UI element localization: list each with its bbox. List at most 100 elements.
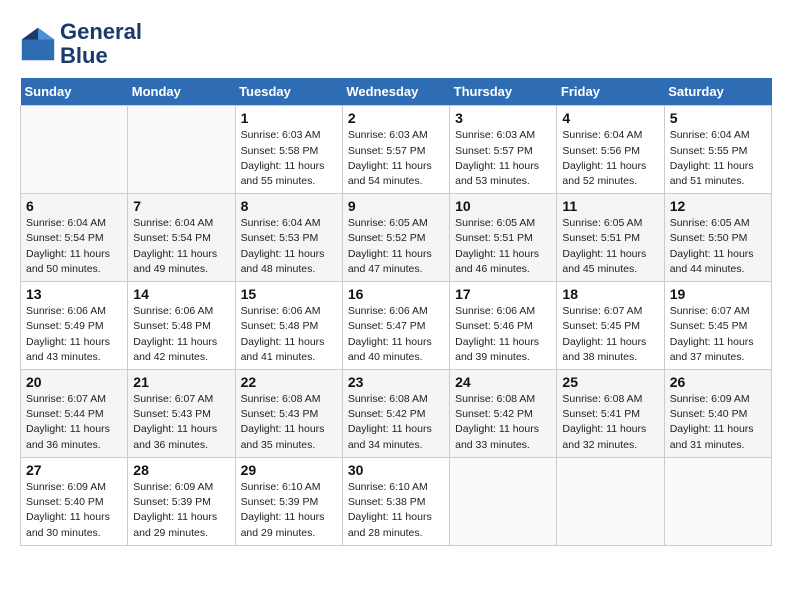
day-detail: Sunrise: 6:06 AM Sunset: 5:48 PM Dayligh… xyxy=(241,304,337,365)
header-tuesday: Tuesday xyxy=(235,78,342,106)
day-number: 4 xyxy=(562,110,658,126)
day-number: 20 xyxy=(26,374,122,390)
calendar-cell: 13 Sunrise: 6:06 AM Sunset: 5:49 PM Dayli… xyxy=(21,282,128,370)
calendar-cell: 3 Sunrise: 6:03 AM Sunset: 5:57 PM Daylig… xyxy=(450,106,557,194)
day-detail: Sunrise: 6:04 AM Sunset: 5:54 PM Dayligh… xyxy=(26,216,122,277)
header-wednesday: Wednesday xyxy=(342,78,449,106)
calendar-cell: 19 Sunrise: 6:07 AM Sunset: 5:45 PM Dayli… xyxy=(664,282,771,370)
day-number: 16 xyxy=(348,286,444,302)
day-detail: Sunrise: 6:09 AM Sunset: 5:40 PM Dayligh… xyxy=(670,392,766,453)
day-detail: Sunrise: 6:03 AM Sunset: 5:57 PM Dayligh… xyxy=(455,128,551,189)
calendar-cell: 22 Sunrise: 6:08 AM Sunset: 5:43 PM Dayli… xyxy=(235,370,342,458)
day-number: 28 xyxy=(133,462,229,478)
calendar-header-row: SundayMondayTuesdayWednesdayThursdayFrid… xyxy=(21,78,772,106)
day-detail: Sunrise: 6:10 AM Sunset: 5:38 PM Dayligh… xyxy=(348,480,444,541)
calendar-cell xyxy=(128,106,235,194)
day-number: 10 xyxy=(455,198,551,214)
calendar-cell: 24 Sunrise: 6:08 AM Sunset: 5:42 PM Dayli… xyxy=(450,370,557,458)
logo-text: General Blue xyxy=(60,20,142,68)
day-number: 9 xyxy=(348,198,444,214)
day-number: 14 xyxy=(133,286,229,302)
day-detail: Sunrise: 6:06 AM Sunset: 5:48 PM Dayligh… xyxy=(133,304,229,365)
day-number: 6 xyxy=(26,198,122,214)
calendar-cell: 23 Sunrise: 6:08 AM Sunset: 5:42 PM Dayli… xyxy=(342,370,449,458)
logo-icon xyxy=(20,26,56,62)
logo: General Blue xyxy=(20,20,142,68)
calendar-cell: 12Sunrise: 6:05 AM Sunset: 5:50 PM Dayli… xyxy=(664,194,771,282)
day-number: 1 xyxy=(241,110,337,126)
header-thursday: Thursday xyxy=(450,78,557,106)
day-detail: Sunrise: 6:08 AM Sunset: 5:43 PM Dayligh… xyxy=(241,392,337,453)
calendar-cell xyxy=(21,106,128,194)
day-number: 30 xyxy=(348,462,444,478)
calendar-cell: 17 Sunrise: 6:06 AM Sunset: 5:46 PM Dayli… xyxy=(450,282,557,370)
day-number: 29 xyxy=(241,462,337,478)
day-detail: Sunrise: 6:04 AM Sunset: 5:53 PM Dayligh… xyxy=(241,216,337,277)
calendar-cell xyxy=(664,457,771,545)
calendar-cell: 2 Sunrise: 6:03 AM Sunset: 5:57 PM Daylig… xyxy=(342,106,449,194)
day-number: 7 xyxy=(133,198,229,214)
day-detail: Sunrise: 6:05 AM Sunset: 5:52 PM Dayligh… xyxy=(348,216,444,277)
day-detail: Sunrise: 6:08 AM Sunset: 5:42 PM Dayligh… xyxy=(455,392,551,453)
day-detail: Sunrise: 6:05 AM Sunset: 5:51 PM Dayligh… xyxy=(562,216,658,277)
day-number: 5 xyxy=(670,110,766,126)
calendar-week-row: 6 Sunrise: 6:04 AM Sunset: 5:54 PM Daylig… xyxy=(21,194,772,282)
day-number: 8 xyxy=(241,198,337,214)
calendar-cell: 5 Sunrise: 6:04 AM Sunset: 5:55 PM Daylig… xyxy=(664,106,771,194)
day-detail: Sunrise: 6:10 AM Sunset: 5:39 PM Dayligh… xyxy=(241,480,337,541)
day-number: 18 xyxy=(562,286,658,302)
calendar-week-row: 1 Sunrise: 6:03 AM Sunset: 5:58 PM Daylig… xyxy=(21,106,772,194)
calendar-table: SundayMondayTuesdayWednesdayThursdayFrid… xyxy=(20,78,772,545)
day-number: 17 xyxy=(455,286,551,302)
day-detail: Sunrise: 6:06 AM Sunset: 5:49 PM Dayligh… xyxy=(26,304,122,365)
calendar-cell: 4Sunrise: 6:04 AM Sunset: 5:56 PM Daylig… xyxy=(557,106,664,194)
day-detail: Sunrise: 6:07 AM Sunset: 5:43 PM Dayligh… xyxy=(133,392,229,453)
calendar-cell: 27Sunrise: 6:09 AM Sunset: 5:40 PM Dayli… xyxy=(21,457,128,545)
day-number: 2 xyxy=(348,110,444,126)
calendar-cell: 8 Sunrise: 6:04 AM Sunset: 5:53 PM Daylig… xyxy=(235,194,342,282)
day-number: 13 xyxy=(26,286,122,302)
day-detail: Sunrise: 6:05 AM Sunset: 5:50 PM Dayligh… xyxy=(670,216,766,277)
header-saturday: Saturday xyxy=(664,78,771,106)
calendar-cell: 21 Sunrise: 6:07 AM Sunset: 5:43 PM Dayli… xyxy=(128,370,235,458)
day-detail: Sunrise: 6:07 AM Sunset: 5:45 PM Dayligh… xyxy=(670,304,766,365)
header-monday: Monday xyxy=(128,78,235,106)
calendar-cell: 28 Sunrise: 6:09 AM Sunset: 5:39 PM Dayli… xyxy=(128,457,235,545)
day-detail: Sunrise: 6:08 AM Sunset: 5:41 PM Dayligh… xyxy=(562,392,658,453)
calendar-cell: 30 Sunrise: 6:10 AM Sunset: 5:38 PM Dayli… xyxy=(342,457,449,545)
day-detail: Sunrise: 6:06 AM Sunset: 5:46 PM Dayligh… xyxy=(455,304,551,365)
calendar-cell: 25 Sunrise: 6:08 AM Sunset: 5:41 PM Dayli… xyxy=(557,370,664,458)
day-number: 19 xyxy=(670,286,766,302)
day-number: 25 xyxy=(562,374,658,390)
day-number: 3 xyxy=(455,110,551,126)
day-number: 21 xyxy=(133,374,229,390)
day-detail: Sunrise: 6:08 AM Sunset: 5:42 PM Dayligh… xyxy=(348,392,444,453)
day-detail: Sunrise: 6:09 AM Sunset: 5:40 PM Dayligh… xyxy=(26,480,122,541)
calendar-cell: 15Sunrise: 6:06 AM Sunset: 5:48 PM Dayli… xyxy=(235,282,342,370)
calendar-cell xyxy=(557,457,664,545)
day-detail: Sunrise: 6:09 AM Sunset: 5:39 PM Dayligh… xyxy=(133,480,229,541)
day-number: 23 xyxy=(348,374,444,390)
day-detail: Sunrise: 6:03 AM Sunset: 5:58 PM Dayligh… xyxy=(241,128,337,189)
calendar-week-row: 13 Sunrise: 6:06 AM Sunset: 5:49 PM Dayli… xyxy=(21,282,772,370)
day-detail: Sunrise: 6:03 AM Sunset: 5:57 PM Dayligh… xyxy=(348,128,444,189)
day-number: 22 xyxy=(241,374,337,390)
calendar-cell: 20Sunrise: 6:07 AM Sunset: 5:44 PM Dayli… xyxy=(21,370,128,458)
calendar-cell: 18 Sunrise: 6:07 AM Sunset: 5:45 PM Dayli… xyxy=(557,282,664,370)
day-detail: Sunrise: 6:04 AM Sunset: 5:54 PM Dayligh… xyxy=(133,216,229,277)
calendar-cell: 1 Sunrise: 6:03 AM Sunset: 5:58 PM Daylig… xyxy=(235,106,342,194)
calendar-cell: 6 Sunrise: 6:04 AM Sunset: 5:54 PM Daylig… xyxy=(21,194,128,282)
day-number: 24 xyxy=(455,374,551,390)
calendar-cell: 7 Sunrise: 6:04 AM Sunset: 5:54 PM Daylig… xyxy=(128,194,235,282)
header-friday: Friday xyxy=(557,78,664,106)
calendar-cell: 14 Sunrise: 6:06 AM Sunset: 5:48 PM Dayli… xyxy=(128,282,235,370)
calendar-cell: 26Sunrise: 6:09 AM Sunset: 5:40 PM Dayli… xyxy=(664,370,771,458)
calendar-week-row: 27Sunrise: 6:09 AM Sunset: 5:40 PM Dayli… xyxy=(21,457,772,545)
day-detail: Sunrise: 6:05 AM Sunset: 5:51 PM Dayligh… xyxy=(455,216,551,277)
calendar-cell: 10 Sunrise: 6:05 AM Sunset: 5:51 PM Dayli… xyxy=(450,194,557,282)
calendar-cell: 11 Sunrise: 6:05 AM Sunset: 5:51 PM Dayli… xyxy=(557,194,664,282)
day-detail: Sunrise: 6:07 AM Sunset: 5:45 PM Dayligh… xyxy=(562,304,658,365)
day-detail: Sunrise: 6:04 AM Sunset: 5:55 PM Dayligh… xyxy=(670,128,766,189)
calendar-cell xyxy=(450,457,557,545)
day-number: 11 xyxy=(562,198,658,214)
